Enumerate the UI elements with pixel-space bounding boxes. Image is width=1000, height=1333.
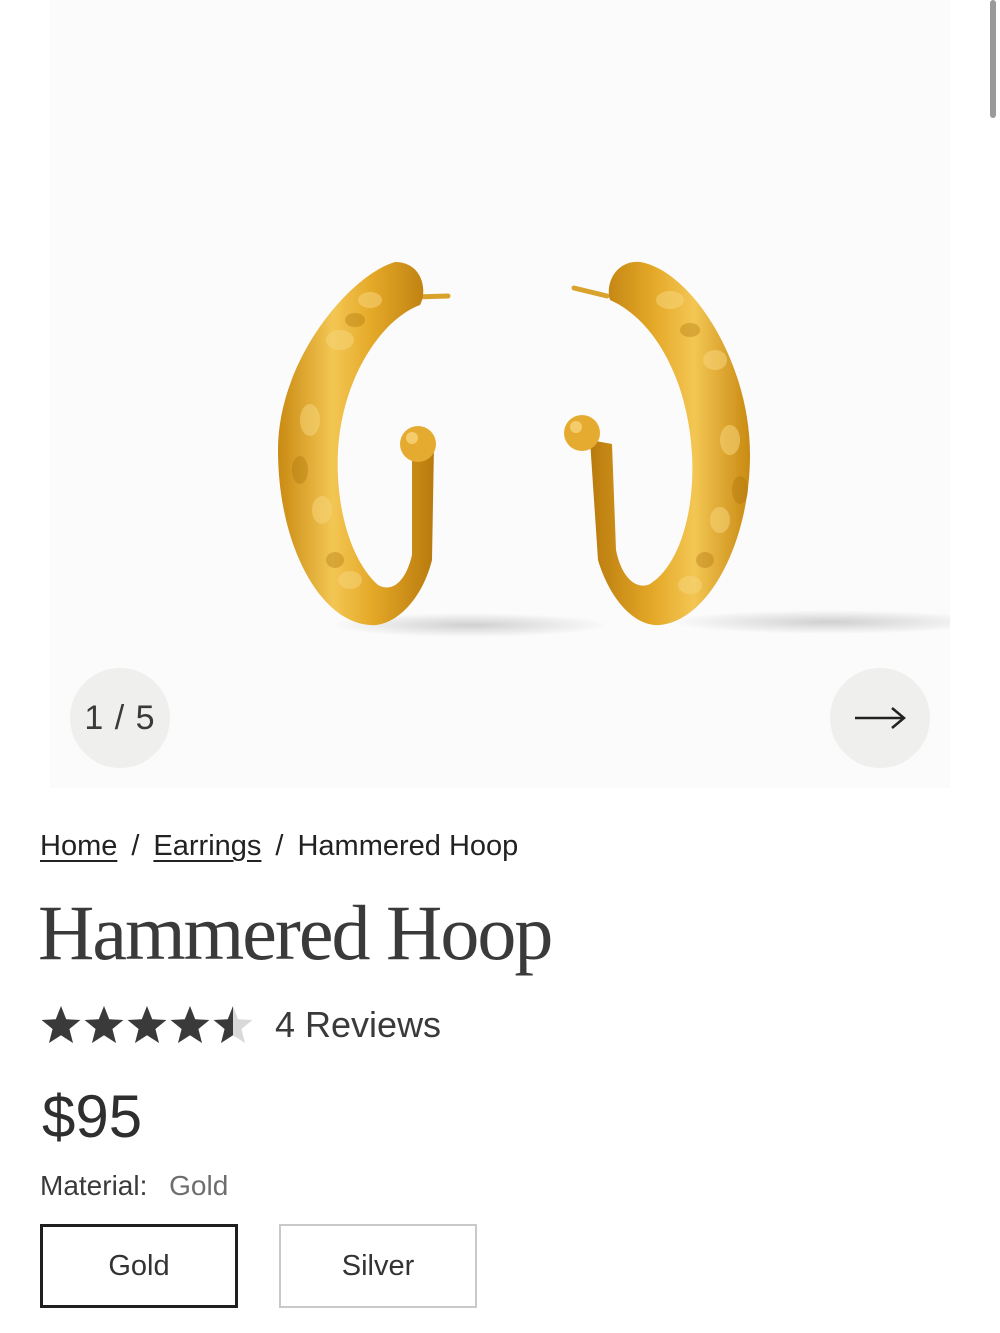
- scrollbar[interactable]: [990, 0, 996, 118]
- breadcrumb: Home / Earrings / Hammered Hoop: [40, 830, 518, 863]
- breadcrumb-separator: /: [275, 830, 284, 862]
- star-icon: [213, 1006, 253, 1043]
- breadcrumb-link-home[interactable]: Home: [40, 830, 117, 863]
- star-rating[interactable]: [40, 1004, 255, 1046]
- image-counter: 1 / 5: [70, 668, 170, 768]
- material-value: Gold: [169, 1170, 229, 1201]
- star-icon: [127, 1006, 167, 1043]
- product-page: 1 / 5 Home / Earrings / Hammered Hoop Ha…: [0, 0, 1000, 1333]
- product-image: [278, 261, 950, 637]
- material-row: Material: Gold: [40, 1170, 228, 1202]
- option-silver-button[interactable]: Silver: [279, 1224, 477, 1308]
- breadcrumb-separator: /: [131, 830, 140, 862]
- breadcrumb-current: Hammered Hoop: [297, 830, 519, 862]
- breadcrumb-link-earrings[interactable]: Earrings: [153, 830, 261, 863]
- product-price: $95: [42, 1083, 143, 1150]
- product-title: Hammered Hoop: [38, 889, 553, 976]
- reviews-link[interactable]: 4 Reviews: [275, 1004, 441, 1046]
- option-gold-button[interactable]: Gold: [40, 1224, 238, 1308]
- star-icon: [84, 1006, 124, 1043]
- material-label: Material:: [40, 1170, 148, 1201]
- star-icon: [41, 1006, 81, 1043]
- star-icon: [170, 1006, 210, 1043]
- product-gallery[interactable]: 1 / 5: [50, 0, 950, 788]
- arrow-right-icon: [855, 707, 906, 729]
- rating-row: 4 Reviews: [40, 1000, 441, 1050]
- next-image-button[interactable]: [830, 668, 930, 768]
